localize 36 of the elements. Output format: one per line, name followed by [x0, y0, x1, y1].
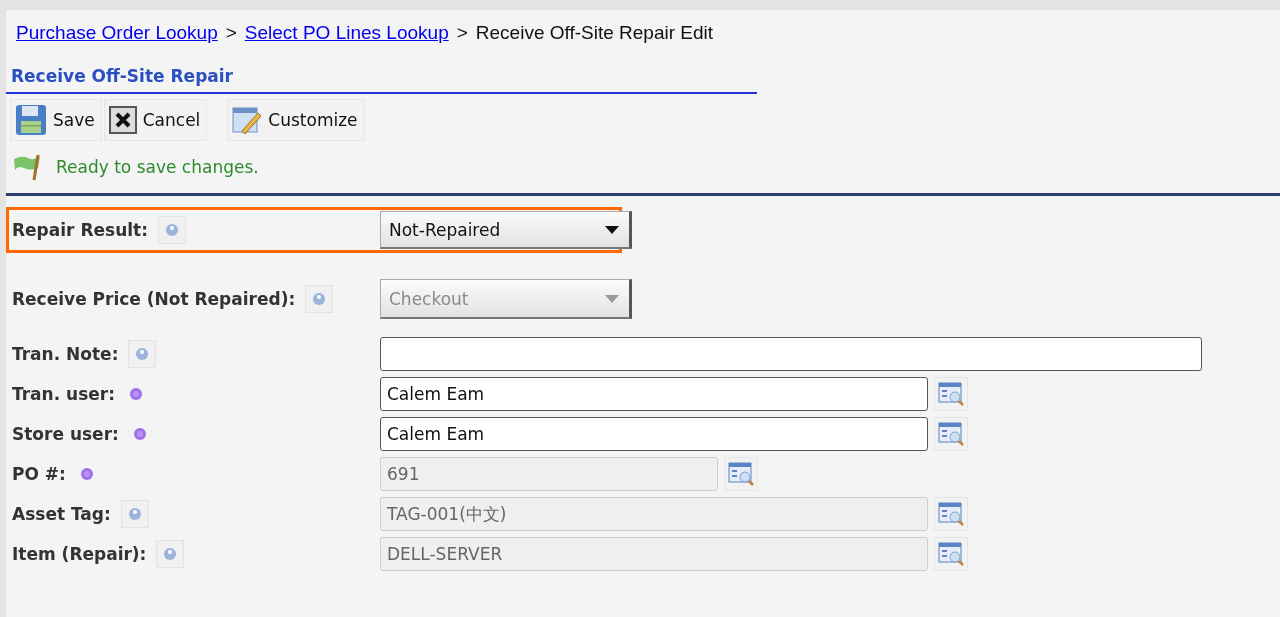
lookup-icon	[728, 462, 754, 486]
field-label: Tran. user:	[12, 384, 115, 404]
help-icon[interactable]	[128, 340, 157, 368]
dropdown-select[interactable]: Not-Repaired	[380, 211, 632, 249]
form-pencil-icon	[232, 105, 263, 135]
page-title: Receive Off-Site Repair	[6, 66, 757, 94]
field-label: PO #:	[12, 464, 66, 484]
field-label: Store user:	[12, 424, 119, 444]
breadcrumb-separator: >	[225, 22, 237, 44]
lookup-icon	[938, 382, 964, 406]
caret-icon	[605, 294, 619, 303]
breadcrumb-link[interactable]: Purchase Order Lookup	[16, 22, 218, 44]
close-icon	[108, 106, 137, 134]
caret-icon	[605, 225, 619, 234]
flag-icon	[12, 153, 42, 181]
field-label: Receive Price (Not Repaired):	[12, 289, 296, 309]
cancel-button[interactable]: Cancel	[103, 99, 208, 141]
field-label: Tran. Note:	[12, 344, 119, 364]
field-label: Asset Tag:	[12, 504, 111, 524]
save-button[interactable]: Save	[10, 99, 102, 141]
breadcrumb-link[interactable]: Select PO Lines Lookup	[244, 22, 449, 44]
lookup-icon	[938, 542, 964, 566]
status-message: Ready to save changes.	[56, 157, 259, 177]
breadcrumb-separator: >	[456, 22, 468, 44]
lookup-icon	[938, 502, 964, 526]
input-field[interactable]: Calem Eam	[380, 417, 928, 451]
lookup-icon	[938, 422, 964, 446]
lookup-button[interactable]	[934, 377, 968, 411]
field-label: Item (Repair):	[12, 544, 147, 564]
help-icon[interactable]	[158, 216, 186, 244]
input-field[interactable]: Calem Eam	[380, 377, 928, 411]
breadcrumb-current: Receive Off-Site Repair Edit	[475, 22, 714, 44]
input-field[interactable]	[380, 337, 1202, 371]
lookup-button[interactable]	[934, 417, 968, 451]
customize-button[interactable]: Customize	[227, 99, 365, 141]
field-label: Repair Result:	[12, 220, 148, 240]
